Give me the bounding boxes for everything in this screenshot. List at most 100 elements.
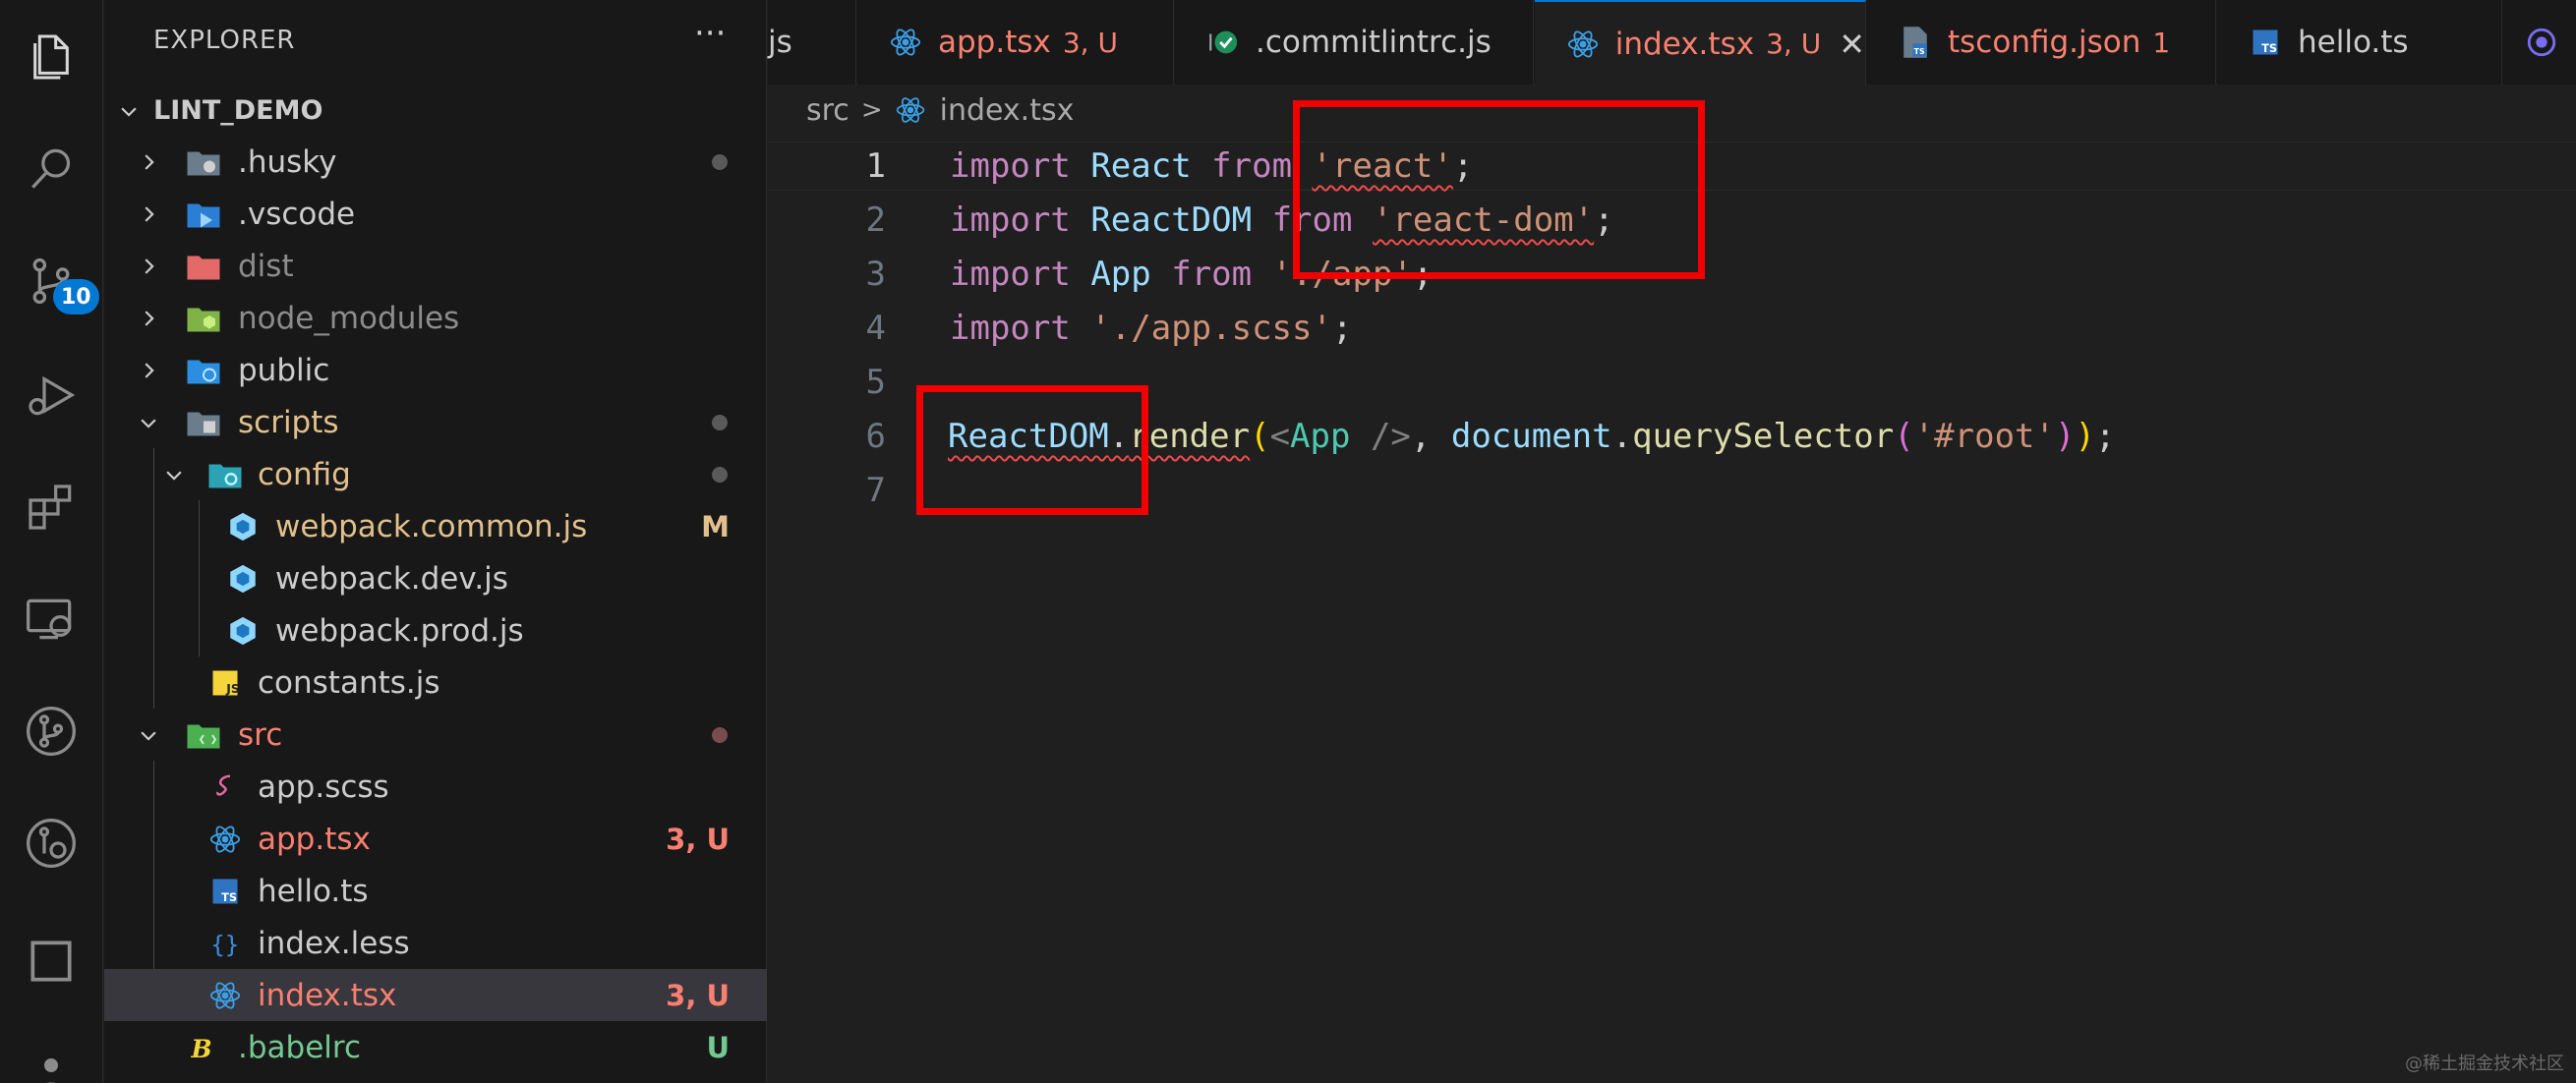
gitlens-icon[interactable] xyxy=(14,806,88,881)
breadcrumb-file[interactable]: index.tsx xyxy=(940,93,1075,128)
tree-label: index.less xyxy=(258,925,410,961)
tree-folder-dist[interactable]: dist xyxy=(104,240,767,292)
highlight-box-imports xyxy=(1293,100,1705,279)
git-status: M xyxy=(701,509,730,543)
keyword: import xyxy=(950,255,1071,294)
chevron-right-icon xyxy=(134,252,163,281)
tree-label: .vscode xyxy=(238,196,356,232)
git-graph-icon[interactable] xyxy=(14,694,88,769)
breadcrumb: src > index.tsx xyxy=(806,90,1074,130)
remote-explorer-icon[interactable] xyxy=(14,582,88,656)
explorer-icon[interactable] xyxy=(14,20,88,94)
chevron-down-icon xyxy=(134,408,163,437)
tree-folder-husky[interactable]: .husky xyxy=(104,136,767,188)
code-editor[interactable]: 1 2 3 4 5 6 7 import React from 'react';… xyxy=(768,100,2576,1083)
tree-label: .babelrc xyxy=(238,1029,361,1065)
tree-file-babelrc[interactable]: B .babelrc U xyxy=(104,1021,767,1073)
breadcrumb-folder[interactable]: src xyxy=(806,93,849,128)
modified-dot xyxy=(712,153,728,170)
chevron-right-icon xyxy=(134,356,163,385)
config-folder-icon xyxy=(206,456,244,493)
tsconfig-icon: TS xyxy=(1897,24,1934,61)
vscode-folder-icon xyxy=(185,196,222,233)
tree-file-index-tsx[interactable]: index.tsx 3, U xyxy=(104,969,767,1021)
tree-label: dist xyxy=(238,248,294,284)
tree-file-app-tsx[interactable]: app.tsx 3, U xyxy=(104,813,767,865)
tree-file-app-scss[interactable]: app.scss xyxy=(104,761,767,813)
square-icon[interactable] xyxy=(14,924,88,998)
string: '#root' xyxy=(1913,417,2055,456)
tab-tsconfig[interactable]: TS tsconfig.json 1 xyxy=(1867,0,2216,85)
modified-dot xyxy=(712,414,728,430)
keyword: from xyxy=(1211,146,1293,186)
activity-bar: 10 xyxy=(0,0,103,1083)
dist-folder-icon xyxy=(185,248,222,285)
tree-file-constants[interactable]: JS constants.js xyxy=(104,656,767,709)
line-number: 1 xyxy=(865,146,886,186)
close-icon[interactable]: ✕ xyxy=(1839,26,1865,63)
more-actions-icon[interactable]: ··· xyxy=(694,14,726,53)
tab-label: hello.ts xyxy=(2298,25,2409,60)
tree-file-webpack-prod[interactable]: webpack.prod.js xyxy=(104,604,767,656)
javascript-icon: JS xyxy=(206,664,244,702)
line-number: 4 xyxy=(865,309,886,348)
tree-label: .husky xyxy=(238,143,337,180)
explorer-title: EXPLORER xyxy=(153,26,296,55)
tree-label: webpack.common.js xyxy=(275,508,588,544)
function: querySelector xyxy=(1632,417,1895,456)
git-status: U xyxy=(706,1030,730,1064)
tab-label: tsconfig.json xyxy=(1948,25,2141,60)
tree-folder-scripts[interactable]: scripts xyxy=(104,396,767,448)
tree-label: scripts xyxy=(238,404,339,440)
src-folder-icon xyxy=(185,716,222,754)
tree-folder-node-modules[interactable]: node_modules xyxy=(104,292,767,344)
tree-file-webpack-dev[interactable]: webpack.dev.js xyxy=(104,552,767,604)
tree-label: app.scss xyxy=(258,769,389,805)
extensions-icon[interactable] xyxy=(14,470,88,544)
tree-file-hello-ts[interactable]: TS hello.ts xyxy=(104,865,767,917)
accounts-icon[interactable] xyxy=(14,1042,88,1083)
tree-folder-src[interactable]: src xyxy=(104,709,767,761)
react-icon xyxy=(206,977,244,1014)
tab-overflow[interactable] xyxy=(2503,0,2576,85)
webpack-icon xyxy=(224,560,262,598)
punctuation: ; xyxy=(1331,309,1353,348)
bracket: ( xyxy=(1894,417,1914,456)
tab-decoration: 1 xyxy=(2152,26,2171,59)
typescript-icon: TS xyxy=(206,873,244,910)
keyword: import xyxy=(950,146,1071,186)
punctuation: , xyxy=(1410,417,1451,456)
tab-js[interactable]: js xyxy=(768,0,856,85)
highlight-box-render xyxy=(916,385,1148,515)
tree-file-webpack-common[interactable]: webpack.common.js M xyxy=(104,500,767,552)
source-control-icon[interactable]: 10 xyxy=(14,244,99,318)
tree-folder-config[interactable]: config xyxy=(104,448,767,500)
svg-text:TS: TS xyxy=(221,891,237,904)
bracket: ) xyxy=(2054,417,2076,456)
sass-icon xyxy=(206,769,244,806)
react-icon xyxy=(1564,26,1602,63)
tab-hello-ts[interactable]: TS hello.ts xyxy=(2217,0,2502,85)
tree-label: public xyxy=(238,352,330,388)
tree-label: src xyxy=(238,716,283,753)
tree-file-index-less[interactable]: {} index.less xyxy=(104,917,767,969)
line-number: 3 xyxy=(865,255,886,294)
webpack-icon xyxy=(224,508,262,545)
identifier: document xyxy=(1450,417,1612,456)
tab-index-tsx[interactable]: index.tsx 3, U ✕ xyxy=(1535,0,1866,86)
tab-app-tsx[interactable]: app.tsx 3, U xyxy=(857,0,1174,85)
run-debug-icon[interactable] xyxy=(14,358,88,432)
svg-text:JS: JS xyxy=(225,681,240,696)
tree-label: webpack.dev.js xyxy=(275,560,508,597)
identifier: ReactDOM xyxy=(1090,200,1253,240)
tab-commitlintrc[interactable]: .commitlintrc.js xyxy=(1175,0,1534,85)
explorer-root[interactable]: LINT_DEMO xyxy=(104,85,767,137)
keyword: from xyxy=(1171,255,1253,294)
tree-label: node_modules xyxy=(238,300,460,336)
tab-label: .commitlintrc.js xyxy=(1256,25,1492,60)
search-icon[interactable] xyxy=(14,132,88,206)
node-folder-icon xyxy=(185,300,222,337)
svg-text:{}: {} xyxy=(210,931,239,958)
tree-folder-public[interactable]: public xyxy=(104,344,767,396)
tree-folder-vscode[interactable]: .vscode xyxy=(104,188,767,240)
